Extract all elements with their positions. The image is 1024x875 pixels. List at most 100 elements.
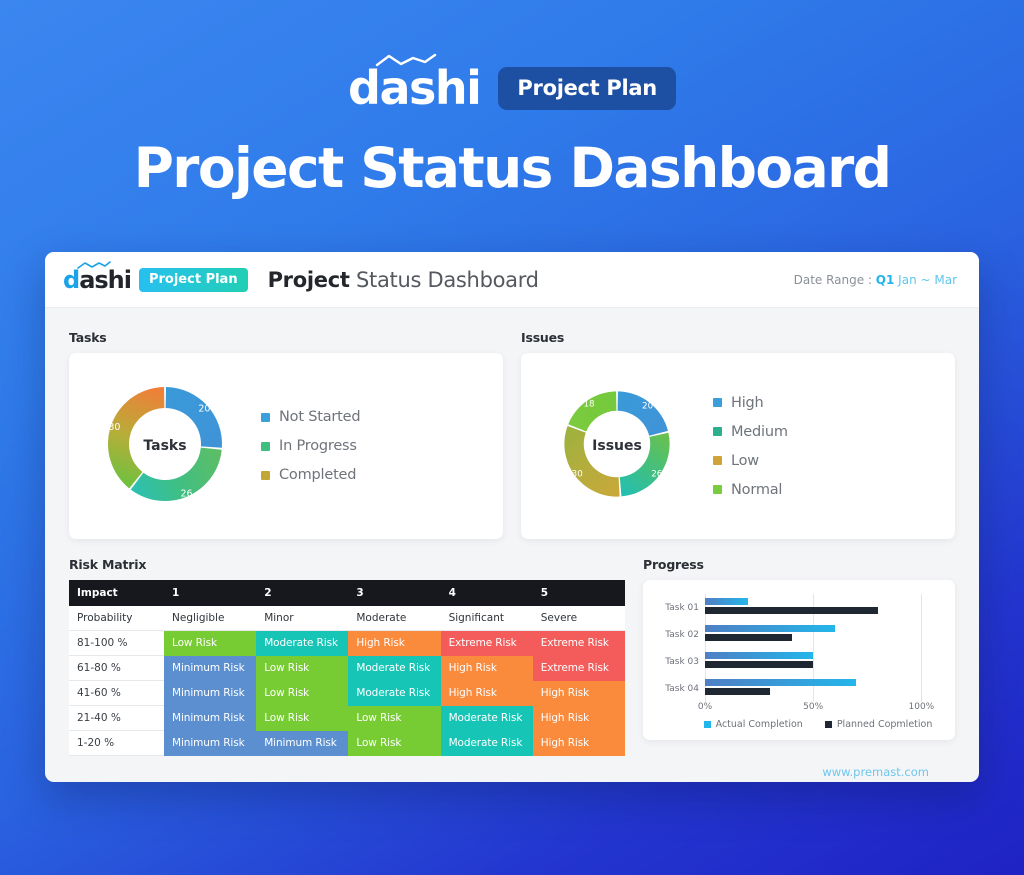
risk-matrix-cell[interactable]: Low Risk <box>256 680 349 706</box>
risk-matrix-cell[interactable]: High Risk <box>532 730 625 756</box>
dashboard-title: Project Status Dashboard <box>268 268 539 292</box>
legend-item[interactable]: Planned Copmletion <box>824 719 932 730</box>
table-row: 21-40 % Minimum Risk Low Risk Low Risk Moder… <box>69 705 625 731</box>
legend-label: Medium <box>731 423 788 440</box>
chart-spark-icon <box>375 53 437 67</box>
risk-matrix-cell[interactable]: High Risk <box>532 705 625 731</box>
risk-matrix-header-cell: 5 <box>532 580 625 606</box>
risk-matrix-cell[interactable]: High Risk <box>440 680 533 706</box>
issues-legend: High Medium Low Normal <box>713 395 788 498</box>
legend-swatch <box>261 470 270 480</box>
progress-x-tick-label: 0% <box>697 702 713 712</box>
risk-matrix-subheader-cell: Significant <box>440 606 533 631</box>
table-row: 61-80 % Minimum Risk Low Risk Moderate Risk… <box>69 655 625 681</box>
risk-matrix-cell[interactable]: Moderate Risk <box>348 655 441 681</box>
progress-card: Task 01 Task 02 Task 03 Task 04 0% 50% 100% A… <box>643 580 955 740</box>
progress-bars <box>705 594 943 702</box>
dashboard-logo-d: d <box>63 265 80 294</box>
legend-swatch <box>713 456 722 465</box>
risk-matrix-row-label: 41-60 % <box>69 680 164 706</box>
hero-project-plan-badge: Project Plan <box>498 66 676 110</box>
legend-item[interactable]: Medium <box>713 424 788 440</box>
progress-bar[interactable] <box>705 634 792 642</box>
legend-label: Normal <box>731 481 783 498</box>
legend-item[interactable]: Low <box>713 453 788 469</box>
site-url[interactable]: www.premast.com <box>69 756 955 779</box>
risk-matrix-cell[interactable]: High Risk <box>532 680 625 706</box>
progress-bar-group <box>705 625 943 642</box>
risk-matrix-cell[interactable]: High Risk <box>348 630 441 656</box>
risk-matrix-cell[interactable]: Extreme Risk <box>532 630 625 656</box>
risk-matrix-header-cell: 1 <box>164 580 257 606</box>
legend-label: Actual Completion <box>715 719 803 730</box>
risk-matrix-cell[interactable]: Extreme Risk <box>440 630 533 656</box>
hero-logo-row: dashi Project Plan <box>0 53 1024 114</box>
legend-item[interactable]: Normal <box>713 482 788 498</box>
risk-matrix-cell[interactable]: High Risk <box>440 655 533 681</box>
progress-x-axis: 0% 50% 100% <box>698 702 943 716</box>
hero-banner: dashi Project Plan Project Status Dashbo… <box>0 0 1024 200</box>
progress-bar[interactable] <box>705 661 814 669</box>
risk-matrix-cell[interactable]: Minimum Risk <box>164 655 257 681</box>
progress-bar[interactable] <box>705 652 814 660</box>
legend-swatch <box>713 485 722 494</box>
risk-matrix-cell[interactable]: Minimum Risk <box>164 680 257 706</box>
risk-matrix-section: Risk Matrix Impact 1 2 3 4 5 Probability Negli… <box>69 557 625 756</box>
risk-matrix-cell[interactable]: Low Risk <box>256 655 349 681</box>
risk-matrix-cell[interactable]: Moderate Risk <box>440 730 533 756</box>
risk-matrix-cell[interactable]: Low Risk <box>256 705 349 731</box>
risk-matrix-cell[interactable]: Moderate Risk <box>440 705 533 731</box>
risk-matrix-body: Probability Negligible Minor Moderate Signif… <box>69 606 625 756</box>
progress-legend: Actual Completion Planned Copmletion <box>653 719 943 730</box>
risk-matrix-cell[interactable]: Minimum Risk <box>164 730 257 756</box>
issues-section-label: Issues <box>521 330 565 345</box>
risk-matrix-subheader-row: Probability Negligible Minor Moderate Signif… <box>69 606 625 631</box>
legend-item[interactable]: In Progress <box>261 438 360 454</box>
risk-matrix-cell[interactable]: Moderate Risk <box>348 680 441 706</box>
tasks-card: 20 26 30 Tasks Not Started In Progress Compl… <box>69 353 503 539</box>
progress-bar[interactable] <box>705 598 749 606</box>
risk-matrix-cell[interactable]: Low Risk <box>164 630 257 656</box>
dashboard-body: Tasks 20 26 30 Tasks Not Started In Progres… <box>45 308 979 779</box>
legend-item[interactable]: High <box>713 395 788 411</box>
risk-matrix-cell[interactable]: Extreme Risk <box>532 655 625 681</box>
risk-matrix-header-cell: 3 <box>348 580 441 606</box>
date-range-label: Date Range : <box>793 272 876 287</box>
risk-matrix-cell[interactable]: Moderate Risk <box>256 630 349 656</box>
risk-matrix-subheader-cell: Minor <box>256 606 349 631</box>
progress-section-label: Progress <box>643 557 704 572</box>
dashboard-project-plan-badge: Project Plan <box>138 267 248 292</box>
dashi-logo: dashi <box>348 53 482 111</box>
dashboard-window: dashi Project Plan Project Status Dashbo… <box>45 252 979 782</box>
progress-bar[interactable] <box>705 679 857 687</box>
legend-swatch <box>703 721 711 728</box>
risk-matrix-row-label: 81-100 % <box>69 630 164 656</box>
legend-swatch <box>713 398 722 407</box>
dashi-logo-text: dashi <box>348 61 482 115</box>
dashboard-title-bold: Project <box>267 267 350 292</box>
progress-bar-group <box>705 652 943 669</box>
progress-bar[interactable] <box>705 625 835 633</box>
issues-donut-wrap: 20 26 30 18 Issues <box>521 384 713 509</box>
legend-item[interactable]: Not Started <box>261 409 361 425</box>
risk-matrix-head: Impact 1 2 3 4 5 <box>69 580 625 606</box>
hero-title: Project Status Dashboard <box>133 136 892 200</box>
progress-category-label: Task 02 <box>665 629 699 640</box>
legend-swatch <box>261 441 270 451</box>
progress-bar[interactable] <box>705 688 770 696</box>
risk-matrix-cell[interactable]: Low Risk <box>348 730 441 756</box>
legend-item[interactable]: Actual Completion <box>703 719 803 730</box>
risk-matrix-cell[interactable]: Low Risk <box>348 705 441 731</box>
risk-matrix-subheader-cell: Probability <box>69 606 164 631</box>
dashboard-logo: dashi <box>63 260 132 294</box>
legend-label: High <box>731 394 764 411</box>
risk-matrix-cell[interactable]: Minimum Risk <box>256 730 349 756</box>
legend-item[interactable]: Completed <box>261 467 360 483</box>
risk-matrix-cell[interactable]: Minimum Risk <box>164 705 257 731</box>
progress-bar[interactable] <box>705 607 879 615</box>
date-range[interactable]: Date Range : Q1 Jan ~ Mar <box>794 273 957 287</box>
date-range-months: Jan ~ Mar <box>894 272 957 287</box>
charts-bottom-row: Risk Matrix Impact 1 2 3 4 5 Probability Negli… <box>69 557 955 756</box>
chart-spark-icon <box>77 260 111 269</box>
tasks-donut-chart: 20 26 30 Tasks <box>100 379 230 514</box>
